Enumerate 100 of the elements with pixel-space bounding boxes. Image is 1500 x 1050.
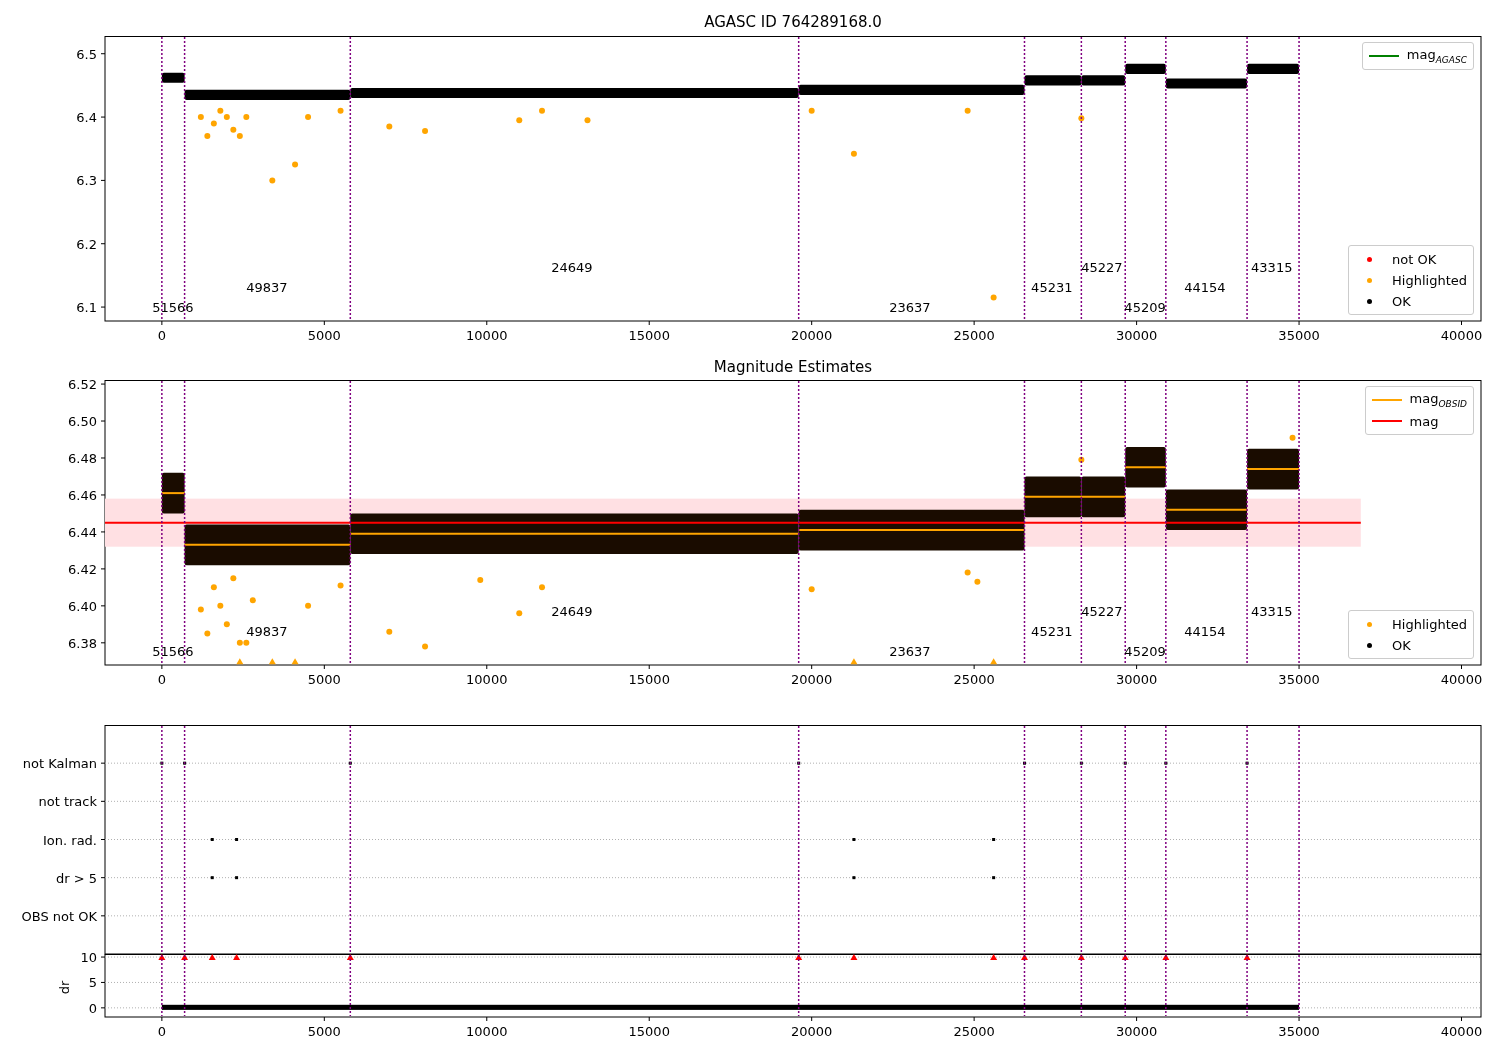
tick-label: 15000	[628, 672, 670, 687]
tick-label: 40000	[1440, 1024, 1483, 1039]
obsid-label: 44154	[1184, 624, 1226, 639]
point-marker	[204, 133, 211, 140]
point-marker	[964, 107, 971, 114]
point-marker	[337, 107, 344, 114]
point-marker	[337, 582, 344, 589]
point-marker	[1078, 115, 1085, 122]
point-marker	[990, 294, 997, 301]
point-marker	[1078, 456, 1085, 463]
tick-label: 10000	[466, 1024, 508, 1039]
legend-label: mag	[1409, 413, 1439, 429]
point-marker	[305, 114, 312, 121]
legend-label: Highlighted	[1392, 616, 1467, 632]
triangle-marker	[233, 954, 241, 961]
obsid-label: 45231	[1031, 624, 1073, 639]
triangle-marker	[990, 954, 998, 961]
legend-label: not OK	[1392, 251, 1437, 267]
obsid-label: 43315	[1251, 604, 1293, 619]
point-marker	[516, 610, 523, 617]
tick-label: 20000	[791, 672, 833, 687]
point-marker	[808, 107, 815, 114]
point-marker	[539, 584, 545, 591]
obsid-label: 45227	[1081, 604, 1123, 619]
point-marker	[305, 602, 312, 609]
tick-label: 5	[88, 975, 97, 991]
point-marker	[1289, 434, 1296, 441]
point-marker	[197, 114, 204, 121]
obsid-label: 49837	[246, 624, 288, 639]
point-marker	[477, 577, 484, 583]
tick-label: OBS not OK	[21, 908, 97, 924]
point-marker	[292, 161, 299, 168]
point-marker	[217, 602, 224, 609]
obsid-label: 23637	[889, 300, 931, 315]
triangle-marker	[1243, 954, 1251, 961]
chart-title: Magnitude Estimates	[713, 358, 873, 376]
point-marker	[249, 597, 256, 604]
point-marker	[230, 575, 237, 582]
obsid-label: 24649	[551, 260, 593, 275]
tick-label: dr > 5	[55, 870, 97, 886]
triangle-marker	[268, 658, 276, 665]
tick-label: Ion. rad.	[43, 832, 97, 848]
point-marker	[223, 621, 230, 628]
tick-label: 0	[157, 328, 166, 343]
obsid-label: 45227	[1081, 260, 1123, 275]
tick-label: 25000	[953, 328, 995, 343]
tick-label: 20000	[791, 328, 833, 343]
tick-label: 30000	[1115, 672, 1158, 687]
triangle-marker	[291, 658, 299, 665]
triangle-marker	[1121, 954, 1129, 961]
obsid-label: 51566	[152, 644, 194, 659]
point-marker	[808, 586, 815, 593]
triangle-marker	[1021, 954, 1028, 961]
point-marker	[584, 117, 591, 124]
legend-label: OK	[1392, 637, 1411, 653]
triangle-marker	[1077, 954, 1085, 961]
tick-label: 6.50	[68, 414, 97, 430]
tick-label: 30000	[1115, 1024, 1158, 1039]
tick-label: 0	[88, 1000, 97, 1016]
legend-label: Highlighted	[1392, 272, 1467, 288]
tick-label: 40000	[1440, 672, 1483, 687]
obsid-label: 45209	[1124, 300, 1166, 315]
legend-label: mag$_{AGASC}$	[1406, 47, 1467, 65]
point-marker	[269, 177, 276, 184]
point-marker	[964, 569, 971, 576]
point-marker	[386, 628, 393, 635]
tick-label: 5000	[307, 672, 341, 687]
tick-label: 35000	[1278, 672, 1320, 687]
tick-label: 5000	[307, 328, 341, 343]
tick-label: 30000	[1115, 328, 1158, 343]
point-marker	[422, 643, 429, 650]
point-marker	[386, 123, 393, 130]
obsid-label: 23637	[889, 644, 931, 659]
point-marker	[243, 114, 250, 121]
tick-label: not Kalman	[22, 756, 97, 772]
triangle-marker	[850, 658, 858, 665]
point-marker	[539, 107, 545, 114]
tick-label: not track	[38, 794, 97, 810]
point-marker	[516, 117, 523, 124]
tick-label: 6.42	[68, 561, 97, 577]
obsid-label: 45209	[1124, 644, 1166, 659]
tick-label: 6.52	[68, 377, 97, 393]
tick-label: 0	[157, 1024, 166, 1039]
tick-label: 35000	[1278, 328, 1320, 343]
point-marker	[850, 150, 857, 157]
axis-label: dr	[57, 980, 72, 995]
triangle-marker	[208, 954, 216, 961]
tick-label: 0	[157, 672, 166, 687]
point-marker	[204, 630, 211, 637]
obsid-label: 51566	[152, 300, 194, 315]
triangle-marker	[990, 658, 998, 665]
tick-label: 5000	[307, 1024, 341, 1039]
legend-label: mag$_{OBSID}$	[1409, 391, 1467, 409]
tick-label: 10000	[466, 328, 508, 343]
point-marker	[210, 120, 217, 127]
tick-label: 35000	[1278, 1024, 1320, 1039]
legend-label: OK	[1392, 293, 1411, 309]
obsid-label: 43315	[1251, 260, 1293, 275]
tick-label: 6.3	[76, 173, 97, 189]
tick-label: 25000	[953, 1024, 995, 1039]
